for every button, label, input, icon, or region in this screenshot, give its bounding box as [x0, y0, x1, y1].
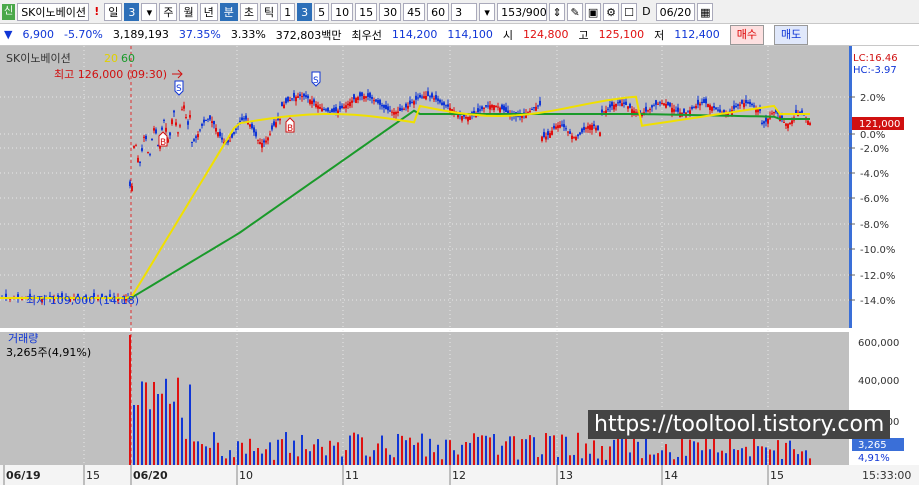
x-axis-label: 06/20 — [133, 469, 168, 482]
volume-info: 3,265주(4,91%) — [6, 346, 91, 359]
interval-30-button[interactable]: 30 — [379, 2, 402, 21]
counter-field[interactable]: 153/900 — [497, 2, 548, 21]
price-axis-label: 2.0% — [860, 93, 885, 104]
best-bid: 114,100 — [447, 28, 493, 41]
x-axis-label: 11 — [345, 469, 359, 482]
price-axis-label: -6.0% — [860, 194, 889, 205]
x-axis-label: 13 — [559, 469, 573, 482]
buy-signal-b2: B — [287, 124, 293, 134]
sell-button[interactable]: 매도 — [774, 24, 809, 45]
high-label: 고 — [578, 28, 589, 42]
volume-axis-label: 600,000 — [858, 338, 899, 349]
volume-pct: 4,91% — [858, 453, 890, 464]
alert-icon[interactable]: ! — [91, 3, 102, 21]
open-label: 시 — [502, 28, 514, 42]
interval-3-button[interactable]: 3 — [297, 2, 313, 21]
checkbox-label: D — [642, 4, 651, 18]
change-percent: -5.70% — [63, 28, 103, 41]
change-value: 6,900 — [22, 28, 54, 41]
legend-stock-name: SK이노베이션 — [6, 52, 71, 65]
chart-toolbar: 신 SK이노베이션 ! 일 3 ▾ 주 월 년 분 초 틱 1 3 5 10 1… — [0, 0, 919, 24]
price-axis-label: -4.0% — [860, 169, 889, 180]
interval-60-button[interactable]: 60 — [427, 2, 450, 21]
volume-axis-label: 400,000 — [858, 376, 899, 387]
period-week-button[interactable]: 주 — [159, 2, 178, 21]
low-label: 저 — [654, 28, 665, 42]
high-value: 125,100 — [598, 28, 645, 41]
legend-ma20: 20 — [104, 52, 118, 65]
watermark: https://tooltool.tistory.com — [588, 410, 891, 439]
ratio-2: 3.33% — [230, 28, 266, 41]
down-arrow-icon: ▼ — [4, 28, 13, 41]
volume-current: 3,265 — [858, 440, 887, 451]
axis-marker — [849, 46, 852, 328]
period-num-field[interactable]: 3 — [124, 2, 140, 21]
count-field[interactable]: 3 — [451, 2, 478, 21]
interval-15-button[interactable]: 15 — [355, 2, 378, 21]
draw-icon[interactable]: ✎ — [567, 2, 584, 21]
stock-name-field[interactable]: SK이노베이션 — [17, 2, 90, 21]
buy-button[interactable]: 매수 — [729, 24, 765, 45]
ratio-1: 37.35% — [178, 28, 221, 41]
checkbox[interactable]: ☐ — [621, 2, 638, 21]
price-axis-label: -8.0% — [860, 220, 889, 231]
count-dropdown-icon[interactable]: ▾ — [479, 2, 496, 21]
period-tick-button[interactable]: 틱 — [259, 2, 279, 21]
open-value: 124,800 — [523, 28, 569, 41]
period-minute-button[interactable]: 분 — [219, 2, 238, 21]
x-axis-label: 10 — [239, 469, 253, 482]
period-day-button[interactable]: 일 — [104, 2, 123, 21]
volume-panel-bg — [0, 332, 849, 465]
amount-value: 372,803백만 — [275, 28, 342, 42]
x-axis-label: 15 — [770, 469, 784, 482]
current-price: 121,000 — [859, 119, 900, 130]
x-axis-label: 14 — [664, 469, 678, 482]
gear-icon[interactable]: ⚙ — [603, 2, 620, 21]
volume-title: 거래량 — [8, 332, 38, 345]
volume-value: 3,189,193 — [112, 28, 169, 41]
adjust-icon[interactable]: ⇕ — [549, 2, 566, 21]
price-axis-label: -10.0% — [860, 245, 895, 256]
price-axis-label: -2.0% — [860, 144, 889, 155]
calendar-icon[interactable]: ▦ — [697, 2, 714, 21]
save-icon[interactable]: ▣ — [585, 2, 602, 21]
time-label: 15:33:00 — [862, 469, 911, 482]
interval-5-button[interactable]: 5 — [314, 2, 330, 21]
price-panel-bg — [0, 46, 849, 328]
quote-bar: ▼ 6,900 -5.70% 3,189,193 37.35% 3.33% 37… — [0, 24, 919, 46]
interval-10-button[interactable]: 10 — [331, 2, 354, 21]
chevron-down-icon[interactable]: ▾ — [141, 2, 158, 21]
min-label: 최저 109,000 (14:18) — [26, 294, 139, 307]
lc-label: LC:16.46 — [853, 53, 898, 64]
price-axis-label: 0.0% — [860, 130, 885, 141]
date-field[interactable]: 06/20 — [655, 2, 696, 21]
best-ask: 114,200 — [391, 28, 438, 41]
sell-signal-s1: S — [176, 84, 182, 94]
max-label: 최고 126,000 (09:30) — [54, 68, 167, 81]
buy-signal-b1: B — [160, 138, 166, 148]
period-month-button[interactable]: 월 — [179, 2, 198, 21]
new-listing-tag: 신 — [2, 3, 16, 20]
x-axis-label: 06/19 — [6, 469, 41, 482]
period-year-button[interactable]: 년 — [199, 2, 218, 21]
legend-ma60: 60 — [121, 52, 135, 65]
x-axis-label: 15 — [86, 469, 100, 482]
interval-45-button[interactable]: 45 — [403, 2, 426, 21]
low-value: 112,400 — [674, 28, 720, 41]
x-axis-label: 12 — [452, 469, 466, 482]
price-axis-label: -14.0% — [860, 296, 895, 307]
price-axis-label: -12.0% — [860, 271, 895, 282]
period-second-button[interactable]: 초 — [239, 2, 258, 21]
hc-label: HC:-3.97 — [853, 65, 897, 76]
best-label: 최우선 — [351, 28, 382, 42]
interval-1-button[interactable]: 1 — [280, 2, 296, 21]
sell-signal-s2: S — [313, 76, 319, 86]
